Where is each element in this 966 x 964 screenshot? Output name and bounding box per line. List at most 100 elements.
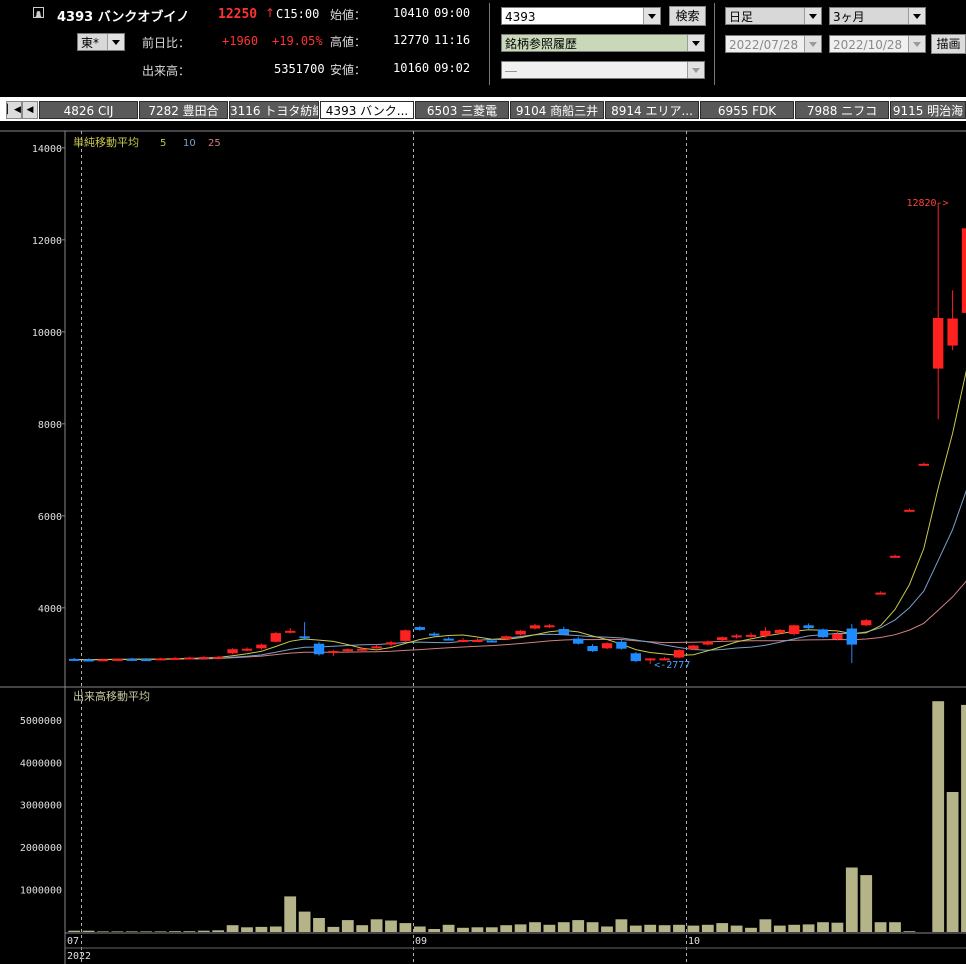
candle-body [875, 592, 886, 595]
volume-bar [399, 923, 412, 932]
volume-bar [788, 924, 801, 932]
volume-bar [457, 927, 469, 932]
volume-tick-label: 4000000 [20, 758, 62, 769]
candle-body [573, 638, 584, 644]
candle-body [486, 640, 497, 643]
candle-body [112, 658, 123, 661]
volume-tick-label: 1000000 [20, 886, 62, 897]
volume-bar [817, 922, 829, 932]
volume-bar [730, 925, 743, 932]
candle-body [529, 625, 541, 629]
candle-body [270, 633, 281, 642]
candle-body [688, 645, 699, 650]
candle-body [227, 649, 238, 654]
low-annotation: <-2777 [654, 660, 690, 671]
volume-bar [615, 919, 628, 932]
volume-bar [298, 911, 311, 932]
candle-body [83, 659, 94, 662]
volume-bar [471, 927, 484, 932]
candle-body [587, 646, 598, 652]
candle-body [126, 658, 137, 661]
price-tick-label: 10000 [32, 328, 62, 339]
volume-bar [514, 924, 527, 932]
x-tick-label: 09 [415, 936, 427, 947]
candle-body [184, 657, 195, 660]
candle-body [745, 634, 757, 637]
volume-bar [255, 926, 268, 932]
price-tick-label: 12000 [32, 236, 62, 247]
volume-bar [413, 926, 426, 932]
price-volume-chart[interactable]: 4000 6000 8000 10000 12000 14000 1000000 200000… [0, 0, 966, 964]
volume-bar [241, 927, 253, 932]
chart-background [0, 131, 966, 964]
volume-bar [874, 922, 887, 932]
volume-bar [961, 704, 966, 932]
volume-bar [860, 875, 873, 932]
candle-body [760, 630, 771, 636]
volume-bar [97, 931, 109, 932]
candle-body [342, 649, 353, 652]
ma-legend-item: 25 [208, 138, 221, 149]
volume-bar [658, 925, 671, 932]
candle-body [889, 555, 901, 558]
candle-body [961, 228, 966, 313]
candle-body [616, 641, 627, 649]
price-tick-label: 14000 [32, 144, 62, 155]
candle-body [299, 636, 310, 639]
candle-body [846, 628, 857, 645]
candle-body [731, 635, 742, 638]
candle-body [169, 657, 181, 660]
candle-body [501, 636, 512, 640]
volume-bar [197, 930, 210, 932]
candle-body [515, 630, 526, 635]
volume-bar [125, 931, 138, 932]
volume-bar [428, 929, 441, 932]
ma-legend-item: 10 [183, 138, 196, 149]
volume-bar [370, 919, 383, 932]
candle-body [256, 644, 267, 649]
volume-bar [154, 931, 167, 932]
candle-body [285, 630, 296, 633]
candle-body [803, 625, 814, 629]
candle-body [155, 658, 166, 661]
candle-body [141, 659, 152, 662]
volume-bar [500, 925, 513, 932]
volume-bar [111, 931, 124, 932]
volume-bar [82, 930, 95, 932]
volume-bar [557, 922, 570, 932]
volume-bar [601, 926, 613, 932]
volume-bar [543, 924, 556, 932]
candle-body [817, 629, 829, 638]
candle-body [947, 318, 958, 346]
volume-bar [687, 925, 700, 932]
candle-body [198, 657, 209, 659]
volume-bar [341, 920, 354, 932]
x-tick-label: 10 [688, 936, 700, 947]
candle-body [443, 638, 454, 641]
candle-body [702, 641, 713, 645]
x-tick-label: 07 [67, 936, 79, 947]
candle-body [97, 659, 109, 662]
candle-body [630, 653, 641, 662]
candle-body [328, 651, 339, 653]
candle-body [774, 629, 785, 634]
volume-bar [284, 896, 297, 932]
candle-body [789, 625, 800, 634]
volume-tick-label: 2000000 [20, 843, 62, 854]
volume-bar [313, 918, 325, 932]
volume-bar [212, 930, 225, 932]
price-chart-title: 単純移動平均 [73, 135, 139, 149]
volume-bar [269, 926, 282, 932]
candle-body [414, 627, 425, 630]
candle-body [544, 625, 555, 628]
candle-body [673, 650, 685, 658]
price-tick-label: 8000 [38, 420, 62, 431]
candle-body [933, 318, 944, 369]
volume-tick-label: 3000000 [20, 801, 62, 812]
volume-bar [485, 927, 498, 932]
volume-tick-label: 5000000 [20, 716, 62, 727]
volume-bar [889, 922, 901, 932]
candle-body [918, 463, 929, 466]
candle-body [472, 640, 483, 642]
candle-body [313, 643, 325, 655]
